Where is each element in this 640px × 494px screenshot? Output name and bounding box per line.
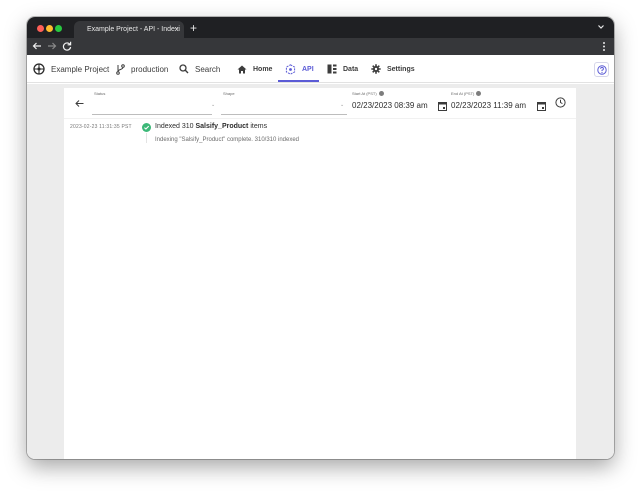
search-label: Search — [195, 64, 221, 74]
search-icon — [179, 64, 189, 74]
log-connector-line — [146, 133, 147, 143]
clock-icon[interactable] — [555, 97, 566, 108]
nav-data[interactable]: Data — [327, 55, 358, 83]
shape-filter-label: Shape — [223, 91, 235, 96]
end-info-icon[interactable] — [476, 91, 482, 96]
branch-selector[interactable]: production — [116, 55, 168, 83]
project-selector[interactable]: Example Project — [33, 55, 109, 83]
back-arrow-icon[interactable] — [31, 40, 43, 52]
nav-api-label: API — [302, 65, 314, 73]
app-navbar: Example Project production Search Home A… — [27, 55, 614, 83]
close-window-button[interactable] — [37, 25, 44, 32]
gear-icon — [371, 64, 381, 74]
api-icon — [285, 63, 296, 75]
status-filter-label: Status — [94, 91, 106, 96]
start-at-label: Start At (PST) — [352, 91, 384, 96]
browser-titlebar: Example Project - API - Indexi × + — [27, 17, 614, 38]
browser-tab[interactable]: Example Project - API - Indexi × — [74, 21, 184, 38]
success-check-icon — [142, 123, 151, 132]
filter-divider — [64, 118, 576, 119]
nav-settings[interactable]: Settings — [371, 55, 415, 83]
project-logo-icon — [33, 63, 45, 75]
home-icon — [237, 65, 247, 73]
browser-navbar — [27, 38, 614, 55]
minimize-window-button[interactable] — [46, 25, 53, 32]
reload-icon[interactable] — [61, 40, 73, 52]
help-button[interactable] — [594, 62, 609, 77]
start-at-input[interactable]: 02/23/2023 08:39 am — [352, 101, 428, 110]
log-timestamp: 2023-02-23 11:31:35 PST — [70, 124, 132, 130]
tab-list-chevron-icon[interactable] — [597, 23, 605, 31]
back-arrow-icon[interactable] — [75, 99, 84, 108]
project-name: Example Project — [51, 64, 110, 74]
start-calendar-icon[interactable] — [438, 101, 447, 111]
log-detail: Indexing "Salsify_Product" complete. 310… — [155, 137, 300, 143]
tab-close-icon[interactable]: × — [174, 21, 179, 38]
active-tab-indicator — [278, 80, 319, 82]
help-icon — [596, 64, 607, 75]
branch-name: production — [131, 64, 169, 74]
maximize-window-button[interactable] — [55, 25, 62, 32]
start-info-icon[interactable] — [378, 91, 384, 96]
nav-settings-label: Settings — [387, 65, 415, 73]
branch-icon — [116, 63, 125, 75]
search-button[interactable]: Search — [179, 55, 220, 83]
end-at-label-text: End At (PST) — [451, 91, 475, 96]
shape-chevron-down-icon: ⌄ — [340, 102, 345, 108]
nav-home-label: Home — [253, 65, 273, 73]
nav-home[interactable]: Home — [237, 55, 272, 83]
indexing-log-panel: Status ⌄ Shape ⌄ Start At (PST) 02/23/20… — [64, 88, 576, 459]
new-tab-button[interactable]: + — [190, 21, 197, 35]
browser-window: Example Project - API - Indexi × + Examp… — [27, 17, 614, 459]
nav-data-label: Data — [343, 65, 359, 73]
end-at-label: End At (PST) — [451, 91, 482, 96]
data-icon — [327, 64, 337, 74]
log-message: Indexed 310 Salsify_Product items — [155, 123, 267, 130]
forward-arrow-icon[interactable] — [46, 40, 58, 52]
log-item-name: Salsify_Product — [195, 123, 249, 130]
browser-menu-icon[interactable] — [602, 41, 606, 52]
nav-api[interactable]: API — [285, 55, 314, 83]
end-at-input[interactable]: 02/23/2023 11:39 am — [451, 101, 526, 110]
filter-bar: Status ⌄ Shape ⌄ Start At (PST) 02/23/20… — [64, 88, 576, 118]
shape-filter-select[interactable] — [221, 114, 347, 115]
browser-tab-title: Example Project - API - Indexi — [87, 26, 180, 33]
status-chevron-down-icon: ⌄ — [211, 102, 216, 108]
status-filter-select[interactable] — [92, 114, 212, 115]
end-calendar-icon[interactable] — [537, 101, 546, 111]
log-prefix: Indexed 310 — [155, 123, 196, 130]
start-at-label-text: Start At (PST) — [352, 91, 377, 96]
log-suffix: items — [248, 123, 268, 130]
